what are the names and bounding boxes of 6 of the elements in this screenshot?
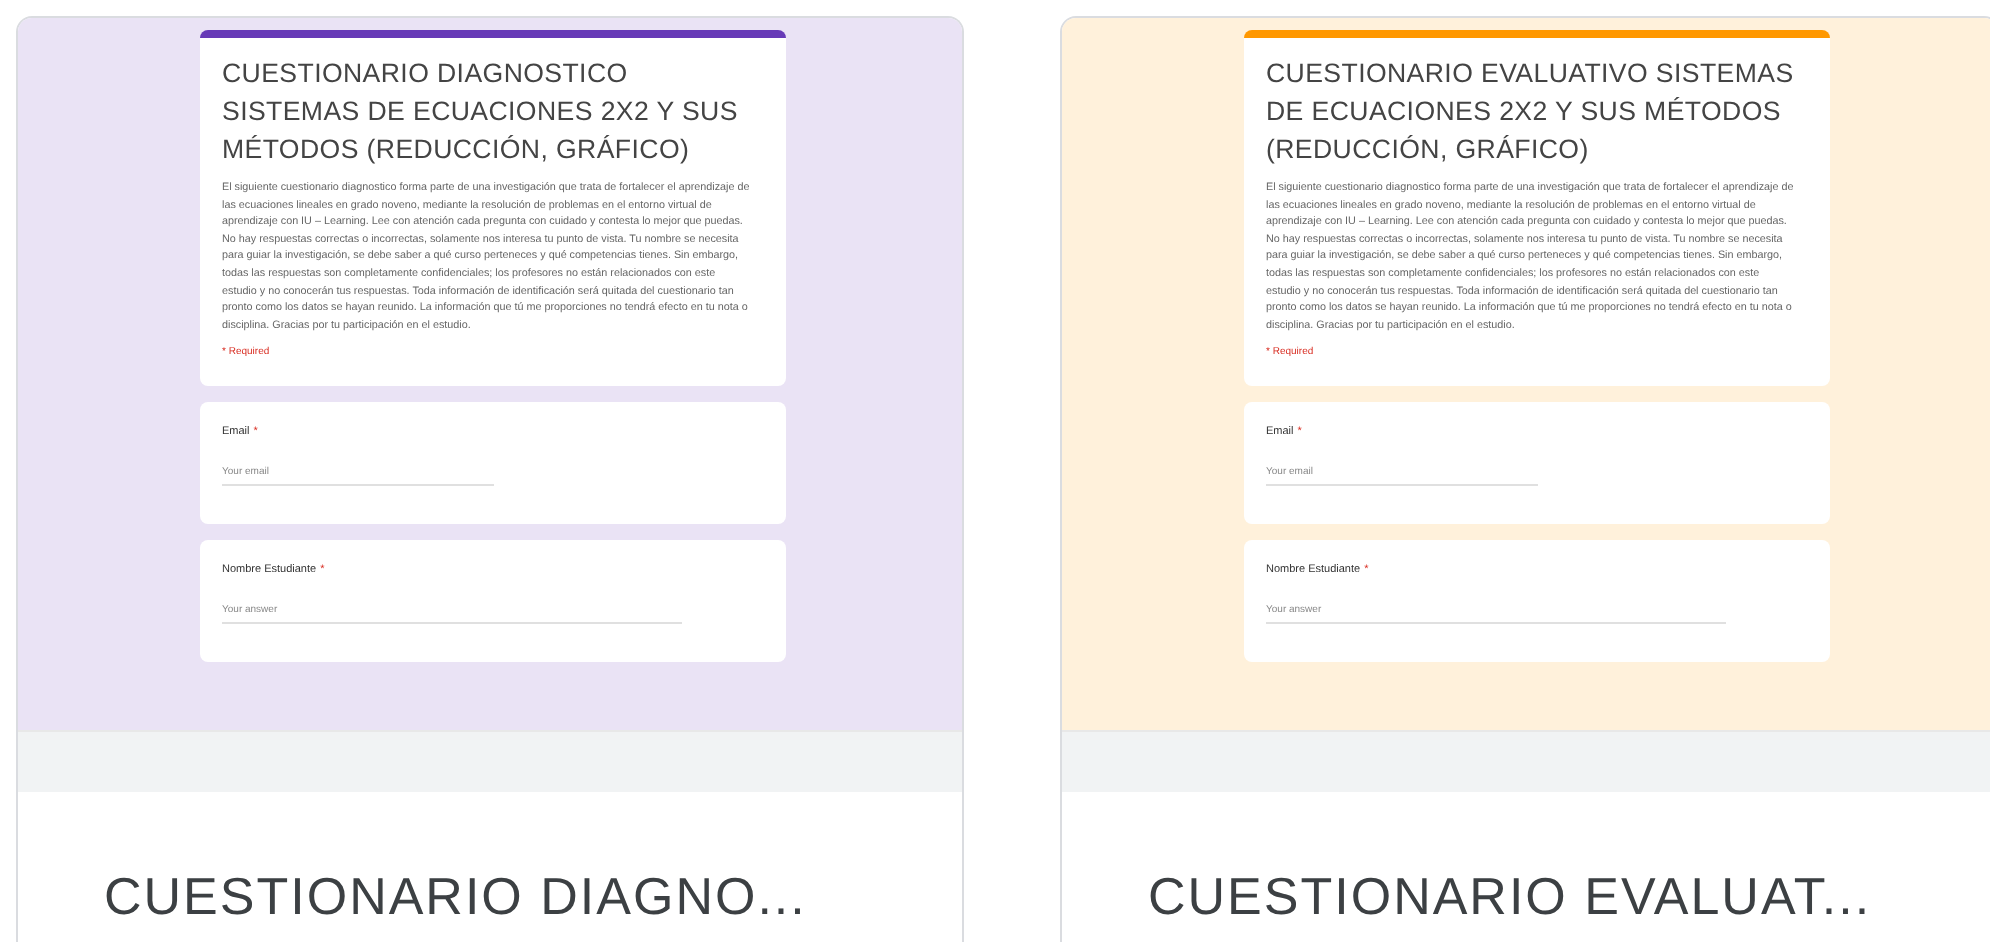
form-title: CUESTIONARIO EVALUATIVO SISTEMAS DE ECUACIONES 2X2 Y SUS MÉTODOS (REDUCCIÓN, GRÁFICO): [1266, 56, 1794, 168]
form-name: CUESTIONARIO DIAGNO...: [104, 866, 809, 928]
form-title: CUESTIONARIO DIAGNOSTICO SISTEMAS DE ECUACIONES 2X2 Y SUS MÉTODOS (REDUCCIÓN, GRÁFICO): [222, 56, 740, 168]
form-card[interactable]: [1060, 16, 1990, 942]
form-name: CUESTIONARIO EVALUAT...: [1148, 866, 1874, 928]
form-card[interactable]: [16, 16, 964, 942]
